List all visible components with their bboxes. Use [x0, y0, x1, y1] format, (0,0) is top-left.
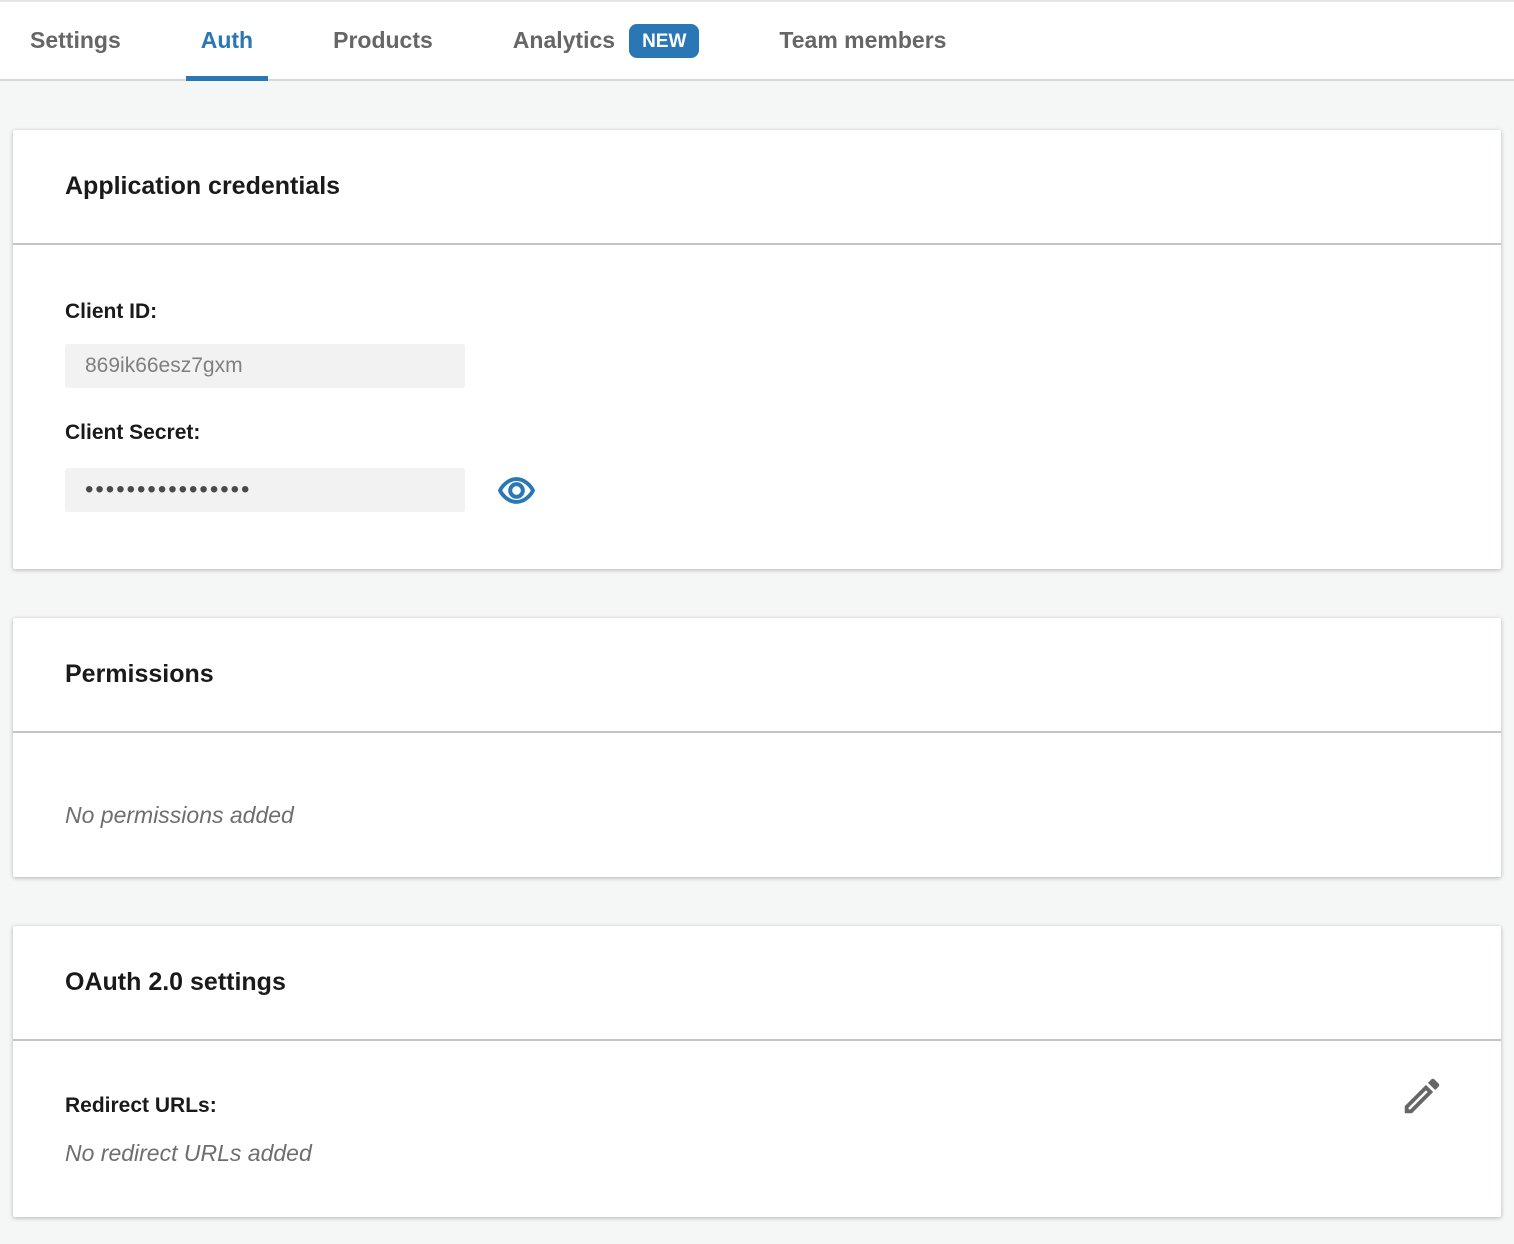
eye-icon	[498, 475, 535, 506]
card-application-credentials-header: Application credentials	[13, 130, 1501, 245]
tab-analytics-label: Analytics	[513, 27, 615, 54]
no-redirect-urls-text: No redirect URLs added	[65, 1140, 1449, 1167]
card-permissions: Permissions No permissions added	[13, 618, 1501, 877]
tab-products-label: Products	[333, 27, 433, 54]
tab-team-members-label: Team members	[779, 27, 946, 54]
tab-settings[interactable]: Settings	[15, 2, 136, 79]
tab-auth-label: Auth	[201, 27, 253, 54]
client-secret-row: ••••••••••••••••	[65, 468, 1449, 512]
card-application-credentials: Application credentials Client ID: 869ik…	[13, 130, 1501, 569]
card-oauth-settings-body: Redirect URLs: No redirect URLs added	[13, 1041, 1501, 1217]
oauth-settings-title: OAuth 2.0 settings	[65, 968, 286, 997]
card-application-credentials-body: Client ID: 869ik66esz7gxm Client Secret:…	[13, 245, 1501, 569]
application-credentials-title: Application credentials	[65, 172, 340, 201]
content: Application credentials Client ID: 869ik…	[0, 81, 1514, 1217]
card-oauth-settings-header: OAuth 2.0 settings	[13, 926, 1501, 1041]
client-secret-masked-value: ••••••••••••••••	[85, 478, 251, 502]
tab-analytics[interactable]: Analytics NEW	[498, 2, 715, 79]
card-permissions-header: Permissions	[13, 618, 1501, 733]
reveal-secret-button[interactable]	[498, 475, 535, 506]
client-secret-field[interactable]: ••••••••••••••••	[65, 468, 465, 512]
redirect-urls-label: Redirect URLs:	[65, 1094, 1449, 1118]
tab-team-members[interactable]: Team members	[764, 2, 961, 79]
client-id-field[interactable]: 869ik66esz7gxm	[65, 344, 465, 388]
tab-settings-label: Settings	[30, 27, 121, 54]
tab-products[interactable]: Products	[318, 2, 448, 79]
tab-auth[interactable]: Auth	[186, 2, 268, 79]
card-permissions-body: No permissions added	[13, 733, 1501, 877]
edit-redirect-urls-button[interactable]	[1399, 1073, 1445, 1119]
client-id-label: Client ID:	[65, 300, 1449, 324]
card-oauth-settings: OAuth 2.0 settings Redirect URLs: No red…	[13, 926, 1501, 1217]
client-id-value: 869ik66esz7gxm	[85, 354, 243, 378]
pencil-icon	[1399, 1073, 1445, 1119]
tab-bar: Settings Auth Products Analytics NEW Tea…	[0, 0, 1514, 81]
new-badge: NEW	[629, 24, 699, 58]
no-permissions-text: No permissions added	[65, 802, 1449, 829]
client-secret-label: Client Secret:	[65, 421, 1449, 445]
permissions-title: Permissions	[65, 660, 214, 689]
